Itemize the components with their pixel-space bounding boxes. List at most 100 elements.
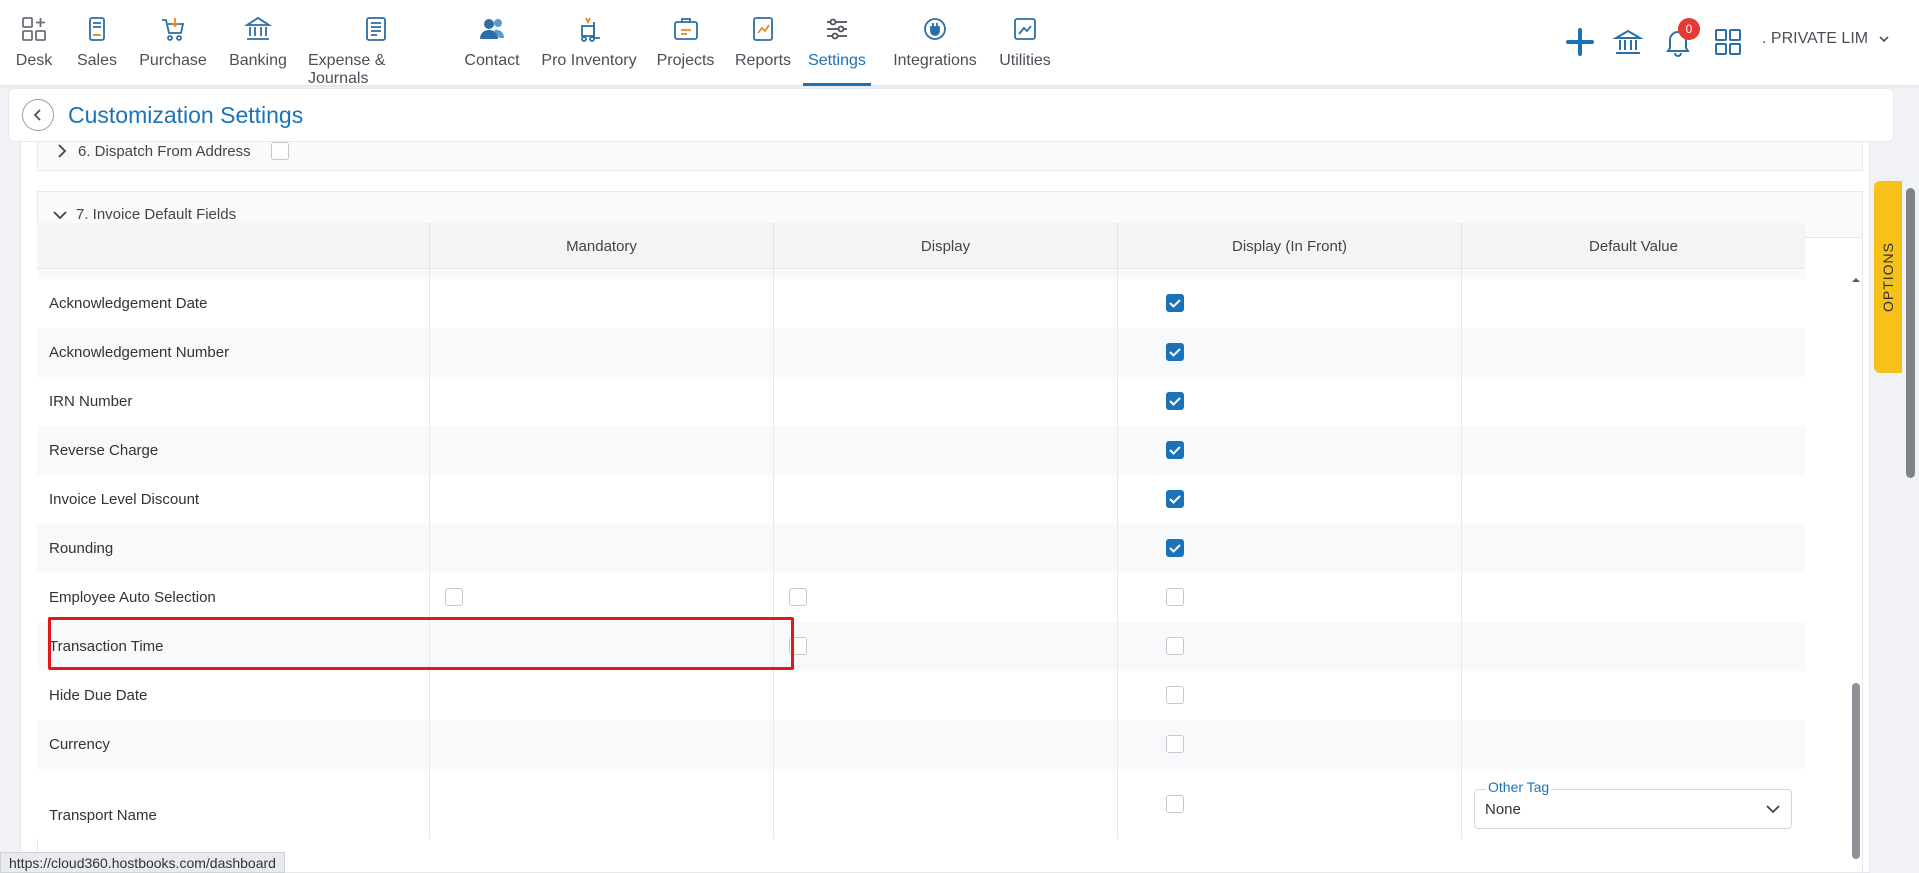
nav-banking-label: Banking: [229, 52, 287, 69]
display-in-front-checkbox[interactable]: [1166, 795, 1184, 813]
table-scrollbar[interactable]: [1849, 273, 1863, 872]
field-name: Transport Name: [49, 807, 157, 824]
scroll-up-icon: [1852, 278, 1860, 282]
display-in-front-checkbox[interactable]: [1166, 539, 1184, 557]
table-row: Rounding: [37, 524, 1805, 573]
chevron-left-icon: [33, 109, 41, 121]
field-name: Acknowledgement Number: [49, 344, 230, 361]
apps-grid-button[interactable]: [1708, 22, 1748, 62]
table-row: Invoice Level Discount: [37, 475, 1805, 524]
chevron-right-icon: [58, 144, 67, 158]
nav-contact[interactable]: Contact: [464, 0, 520, 86]
contacts-icon: [477, 14, 507, 44]
nav-purchase[interactable]: Purchase: [139, 0, 207, 86]
nav-projects[interactable]: Projects: [657, 0, 714, 86]
other-tag-select[interactable]: Other Tag None: [1474, 779, 1792, 829]
notification-badge: 0: [1678, 18, 1700, 40]
plus-icon: [1566, 28, 1594, 56]
field-name: IRN Number: [49, 393, 133, 410]
field-name: Reverse Charge: [49, 442, 159, 459]
journal-icon: [361, 14, 391, 44]
notifications-button[interactable]: 0: [1658, 18, 1700, 62]
display-in-front-checkbox[interactable]: [1166, 294, 1184, 312]
reports-icon: [748, 14, 778, 44]
section-dispatch-from-address[interactable]: 6. Dispatch From Address: [37, 141, 1863, 171]
page-scrollbar-thumb[interactable]: [1906, 188, 1915, 478]
top-navigation: Desk Sales Purchase Banking Expense & Jo…: [0, 0, 1919, 87]
options-tab-label: OPTIONS: [1880, 241, 1897, 313]
section-dispatch-label: 6. Dispatch From Address: [78, 142, 251, 160]
sales-icon: [82, 14, 112, 44]
other-tag-value: None: [1485, 800, 1521, 818]
table-row-partial: [37, 269, 1805, 279]
table-row: Acknowledgement Date: [37, 279, 1805, 328]
column-divider: [429, 269, 430, 839]
nav-utilities[interactable]: Utilities: [998, 0, 1052, 86]
nav-reports-label: Reports: [734, 52, 792, 69]
table-row: IRN Number: [37, 377, 1805, 426]
chevron-down-icon: [53, 210, 67, 219]
nav-sales-label: Sales: [76, 52, 118, 69]
nav-utilities-label: Utilities: [999, 52, 1051, 69]
header-default-value: Default Value: [1461, 223, 1805, 269]
display-in-front-checkbox[interactable]: [1166, 343, 1184, 361]
nav-settings[interactable]: Settings: [803, 0, 871, 86]
options-tab[interactable]: OPTIONS: [1874, 181, 1902, 373]
field-name: Invoice Level Discount: [49, 491, 200, 508]
header-display: Display: [773, 223, 1117, 269]
display-in-front-checkbox[interactable]: [1166, 686, 1184, 704]
nav-expense-journals[interactable]: Expense & Journals: [308, 0, 443, 87]
dispatch-checkbox[interactable]: [270, 142, 289, 160]
display-checkbox[interactable]: [789, 588, 807, 606]
table-row: Hide Due Date: [37, 671, 1805, 720]
cart-icon: [158, 14, 188, 44]
company-selector[interactable]: . PRIVATE LIM: [1762, 30, 1890, 48]
nav-integrations[interactable]: Integrations: [892, 0, 978, 86]
chevron-down-icon: [1879, 36, 1889, 43]
back-button[interactable]: [22, 99, 54, 131]
other-tag-field[interactable]: None: [1474, 789, 1792, 829]
grid-icon: [1715, 29, 1741, 55]
column-divider: [773, 269, 774, 839]
table-row: Reverse Charge: [37, 426, 1805, 475]
nav-pro-inventory[interactable]: Pro Inventory: [541, 0, 637, 86]
utilities-icon: [1010, 14, 1040, 44]
field-name: Acknowledgement Date: [49, 295, 208, 312]
nav-banking[interactable]: Banking: [228, 0, 288, 86]
bank-quick-button[interactable]: [1608, 22, 1648, 62]
nav-sales[interactable]: Sales: [76, 0, 118, 86]
bank-icon: [243, 14, 273, 44]
field-name: Hide Due Date: [49, 687, 148, 704]
invoice-fields-table: Mandatory Display Display (In Front) Def…: [37, 223, 1805, 839]
nav-desk[interactable]: Desk: [12, 0, 56, 86]
field-name: Rounding: [49, 540, 114, 557]
display-in-front-checkbox[interactable]: [1166, 441, 1184, 459]
page-header: Customization Settings: [8, 88, 1894, 142]
nav-pro-inventory-label: Pro Inventory: [541, 52, 637, 69]
nav-integrations-label: Integrations: [893, 52, 977, 69]
section-invoice-label: 7. Invoice Default Fields: [76, 206, 237, 223]
table-row: Employee Auto Selection: [37, 573, 1805, 622]
integrations-icon: [920, 14, 950, 44]
display-in-front-checkbox[interactable]: [1166, 392, 1184, 410]
projects-icon: [671, 14, 701, 44]
page-scrollbar[interactable]: [1902, 88, 1919, 873]
table-scrollbar-thumb[interactable]: [1852, 683, 1860, 859]
nav-contact-label: Contact: [464, 52, 520, 69]
mandatory-checkbox[interactable]: [445, 588, 463, 606]
table-row: Currency: [37, 720, 1805, 769]
highlight-box: [48, 617, 794, 670]
display-in-front-checkbox[interactable]: [1166, 588, 1184, 606]
status-bar-url: https://cloud360.hostbooks.com/dashboard: [0, 852, 285, 873]
page-title: Customization Settings: [68, 101, 304, 128]
chevron-down-icon: [1766, 805, 1780, 814]
table-header: Mandatory Display Display (In Front) Def…: [37, 223, 1805, 269]
column-divider: [1461, 269, 1462, 839]
add-button[interactable]: [1560, 22, 1600, 62]
display-in-front-checkbox[interactable]: [1166, 637, 1184, 655]
nav-reports[interactable]: Reports: [735, 0, 791, 86]
display-in-front-checkbox[interactable]: [1166, 490, 1184, 508]
desk-icon: [19, 14, 49, 44]
display-in-front-checkbox[interactable]: [1166, 735, 1184, 753]
other-tag-label: Other Tag: [1486, 779, 1552, 795]
